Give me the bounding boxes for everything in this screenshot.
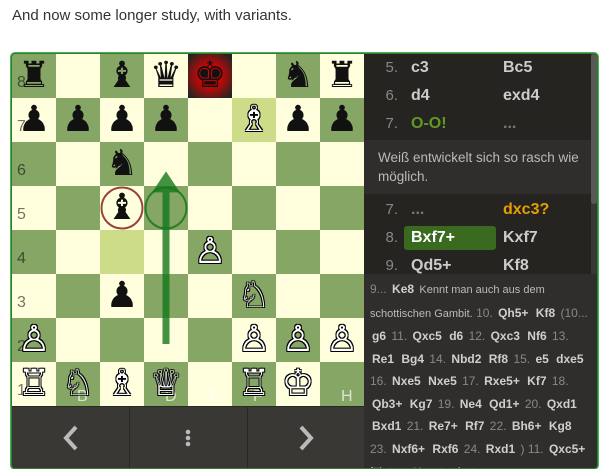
chevron-right-icon bbox=[299, 425, 314, 451]
variation-move[interactable]: Ne4 bbox=[460, 397, 482, 411]
variation-move-number: 12. bbox=[468, 329, 486, 343]
variation-move[interactable]: Kg8 bbox=[549, 419, 572, 433]
circle-c5 bbox=[100, 186, 144, 230]
variation-move[interactable]: Bxd1 bbox=[372, 419, 401, 433]
variation-move[interactable]: d6 bbox=[449, 329, 463, 343]
variation-move[interactable]: dxe5 bbox=[556, 352, 583, 366]
variation-move[interactable]: Rf7 bbox=[465, 419, 484, 433]
move-row: 6. d4 exd4 bbox=[364, 82, 597, 110]
variation-move[interactable]: g6 bbox=[372, 329, 386, 343]
move-number: 8. bbox=[385, 229, 398, 246]
variation-move[interactable]: Qxc5 bbox=[413, 329, 442, 343]
black-move[interactable]: dxc3? bbox=[496, 198, 556, 222]
variation-move-number: 11. bbox=[391, 329, 408, 343]
next-move-button[interactable] bbox=[247, 407, 364, 468]
move-row: 8. Bxf7+ Kxf7 bbox=[364, 224, 597, 252]
variation-move-number: 18. bbox=[551, 374, 569, 388]
navigation-controls bbox=[12, 406, 364, 468]
variation-move[interactable]: Kf8 bbox=[536, 306, 555, 320]
variation-move[interactable]: Qb3+ bbox=[372, 397, 402, 411]
variation-move[interactable]: Qd1+ bbox=[489, 397, 519, 411]
variation-move[interactable]: Rxe5+ bbox=[484, 374, 520, 388]
variation-move-number: 13. bbox=[551, 329, 569, 343]
variation-move-number: 24. bbox=[463, 441, 481, 456]
variation-move[interactable]: Re7+ bbox=[429, 419, 458, 433]
black-move[interactable]: ... bbox=[496, 112, 523, 136]
move-number: 7. bbox=[385, 201, 398, 218]
intro-text: And now some longer study, with variants… bbox=[12, 7, 292, 24]
move-row: 5. c3 Bc5 bbox=[364, 54, 597, 82]
variation-move[interactable]: Bg4 bbox=[401, 352, 424, 366]
black-move[interactable]: Kxf7 bbox=[496, 226, 545, 250]
white-move[interactable]: O-O! bbox=[404, 112, 454, 136]
move-row: 7. O-O!... bbox=[364, 110, 597, 138]
move-list: 5. c3 Bc5 6. d4 exd4 7. O-O!... Weiß entwickelt… bbox=[364, 54, 597, 468]
move-number: 6. bbox=[385, 87, 398, 104]
chess-board[interactable]: 8 7 6 5 4 3 2 1 A B C D E F G H ♜ ♝ ♛ ♚ ♞ ♜ ♟ ♟ ♟ ♟ ♗ ♟ ♟ ♞ ♝ ♙ ♟ ♘ ♙ ♙ ♙ ♙ ♖ ♘… bbox=[12, 54, 364, 406]
variation-move[interactable]: Qh5+ bbox=[498, 306, 528, 320]
black-move[interactable]: exd4 bbox=[496, 84, 546, 108]
move-comment: Weiß entwickelt sich so rasch wie möglic… bbox=[364, 140, 597, 194]
variation-move-number: 16. bbox=[370, 374, 387, 388]
variation-move[interactable]: Nxe5 bbox=[392, 374, 421, 388]
variation-move-number: 14. bbox=[429, 351, 447, 366]
variation-move[interactable]: Qxc3 bbox=[491, 329, 520, 343]
variation-move[interactable]: Rxd1 bbox=[486, 442, 515, 456]
move-number: 5. bbox=[385, 59, 398, 76]
variation-move-number: ) 11. bbox=[520, 441, 544, 456]
white-move[interactable]: c3 bbox=[404, 56, 436, 80]
variation-move[interactable]: Bh6+ bbox=[512, 419, 542, 433]
variation-move[interactable]: Qxc5+ bbox=[549, 442, 585, 456]
variation-move-number: 20. bbox=[524, 396, 542, 411]
variation-move[interactable]: Qxd1 bbox=[547, 397, 577, 411]
variation-move[interactable]: Rf8 bbox=[489, 352, 508, 366]
scrollbar-thumb[interactable] bbox=[591, 54, 597, 204]
previous-move-button[interactable] bbox=[12, 407, 130, 468]
variation-move-number: 10. bbox=[476, 305, 493, 320]
variation-move-number: (10... bbox=[560, 305, 588, 320]
variation-move-number: 15. bbox=[513, 351, 531, 366]
variation-move-number: 23. bbox=[370, 441, 387, 456]
move-row: 7.... dxc3? bbox=[364, 196, 597, 224]
variation-panel: 9... Ke8 Kennt man auch aus dem schottis… bbox=[364, 274, 597, 468]
move-list-scrollbar[interactable] bbox=[591, 54, 597, 274]
board-annotations bbox=[100, 171, 188, 344]
study-widget: 8 7 6 5 4 3 2 1 A B C D E F G H ♜ ♝ ♛ ♚ ♞ ♜ ♟ ♟ ♟ ♟ ♗ ♟ ♟ ♞ ♝ ♙ ♟ ♘ ♙ ♙ ♙ ♙ ♖ ♘… bbox=[11, 53, 598, 469]
variation-move[interactable]: Ke8 bbox=[392, 282, 414, 296]
white-move[interactable]: ... bbox=[404, 198, 431, 222]
variation-move-number: 19. bbox=[437, 396, 455, 411]
variation-move-number: 9... bbox=[370, 282, 387, 296]
variation-comment: führt zur Hauptvariante. bbox=[370, 466, 485, 468]
vertical-dots-icon bbox=[185, 429, 191, 447]
white-move[interactable]: d4 bbox=[404, 84, 437, 108]
variation-move-number: 21. bbox=[406, 419, 424, 433]
variation-move[interactable]: Nbd2 bbox=[451, 352, 481, 366]
black-move[interactable]: Bc5 bbox=[496, 56, 539, 80]
variation-move[interactable]: Rxf6 bbox=[432, 442, 458, 456]
variation-move[interactable]: e5 bbox=[535, 352, 548, 366]
variation-move-number: 17. bbox=[462, 374, 479, 388]
move-number: 9. bbox=[385, 257, 398, 274]
variation-move[interactable]: Nf6 bbox=[527, 329, 546, 343]
variation-move-number: 22. bbox=[489, 419, 507, 433]
variation-move[interactable]: Nxe5 bbox=[428, 374, 457, 388]
variation-move[interactable]: Kg7 bbox=[410, 397, 433, 411]
move-number: 7. bbox=[385, 115, 398, 132]
variation-move[interactable]: Re1 bbox=[372, 352, 394, 366]
menu-button[interactable] bbox=[129, 407, 248, 468]
variation-move[interactable]: Kf7 bbox=[527, 374, 546, 388]
chevron-left-icon bbox=[62, 425, 77, 451]
variation-move[interactable]: Nxf6+ bbox=[392, 442, 425, 456]
white-move[interactable]: Bxf7+ bbox=[404, 226, 496, 250]
